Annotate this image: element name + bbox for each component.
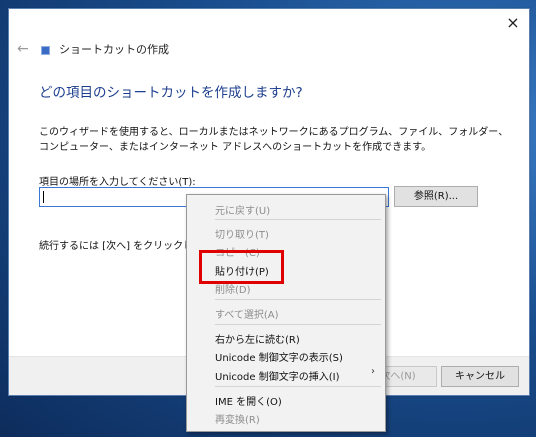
menu-item-cut[interactable]: 切り取り(T): [215, 226, 269, 241]
paste-highlight-box: [199, 250, 284, 284]
menu-item-reconvert[interactable]: 再変換(R): [215, 411, 260, 426]
menu-separator: [215, 299, 381, 300]
wizard-title: ショートカットの作成: [59, 43, 169, 56]
text-caret: [43, 191, 44, 203]
location-label: 項目の場所を入力してください(T):: [39, 177, 196, 188]
menu-separator: [215, 386, 381, 387]
close-button[interactable]: ×: [503, 13, 523, 33]
context-menu: 元に戻す(U) 切り取り(T) コピー(C) 貼り付け(P) 削除(D) すべて…: [186, 194, 386, 432]
cancel-button[interactable]: キャンセル: [441, 366, 519, 387]
wizard-description: このウィザードを使用すると、ローカルまたはネットワークにあるプログラム、ファイル…: [39, 127, 509, 153]
menu-item-undo[interactable]: 元に戻す(U): [215, 202, 270, 217]
menu-separator: [215, 324, 381, 325]
back-arrow-icon[interactable]: ←: [17, 41, 29, 57]
page-heading: どの項目のショートカットを作成しますか?: [39, 85, 303, 101]
menu-item-show-unicode[interactable]: Unicode 制御文字の表示(S): [215, 349, 343, 364]
menu-item-open-ime[interactable]: IME を開く(O): [215, 393, 282, 408]
menu-item-select-all[interactable]: すべて選択(A): [215, 306, 279, 321]
menu-item-insert-unicode[interactable]: Unicode 制御文字の挿入(I): [215, 368, 339, 383]
menu-item-rtl[interactable]: 右から左に読む(R): [215, 331, 300, 346]
browse-button[interactable]: 参照(R)...: [394, 186, 478, 207]
menu-separator: [215, 219, 381, 220]
shortcut-wizard-icon: [41, 46, 50, 55]
submenu-arrow-icon: ›: [371, 366, 375, 377]
